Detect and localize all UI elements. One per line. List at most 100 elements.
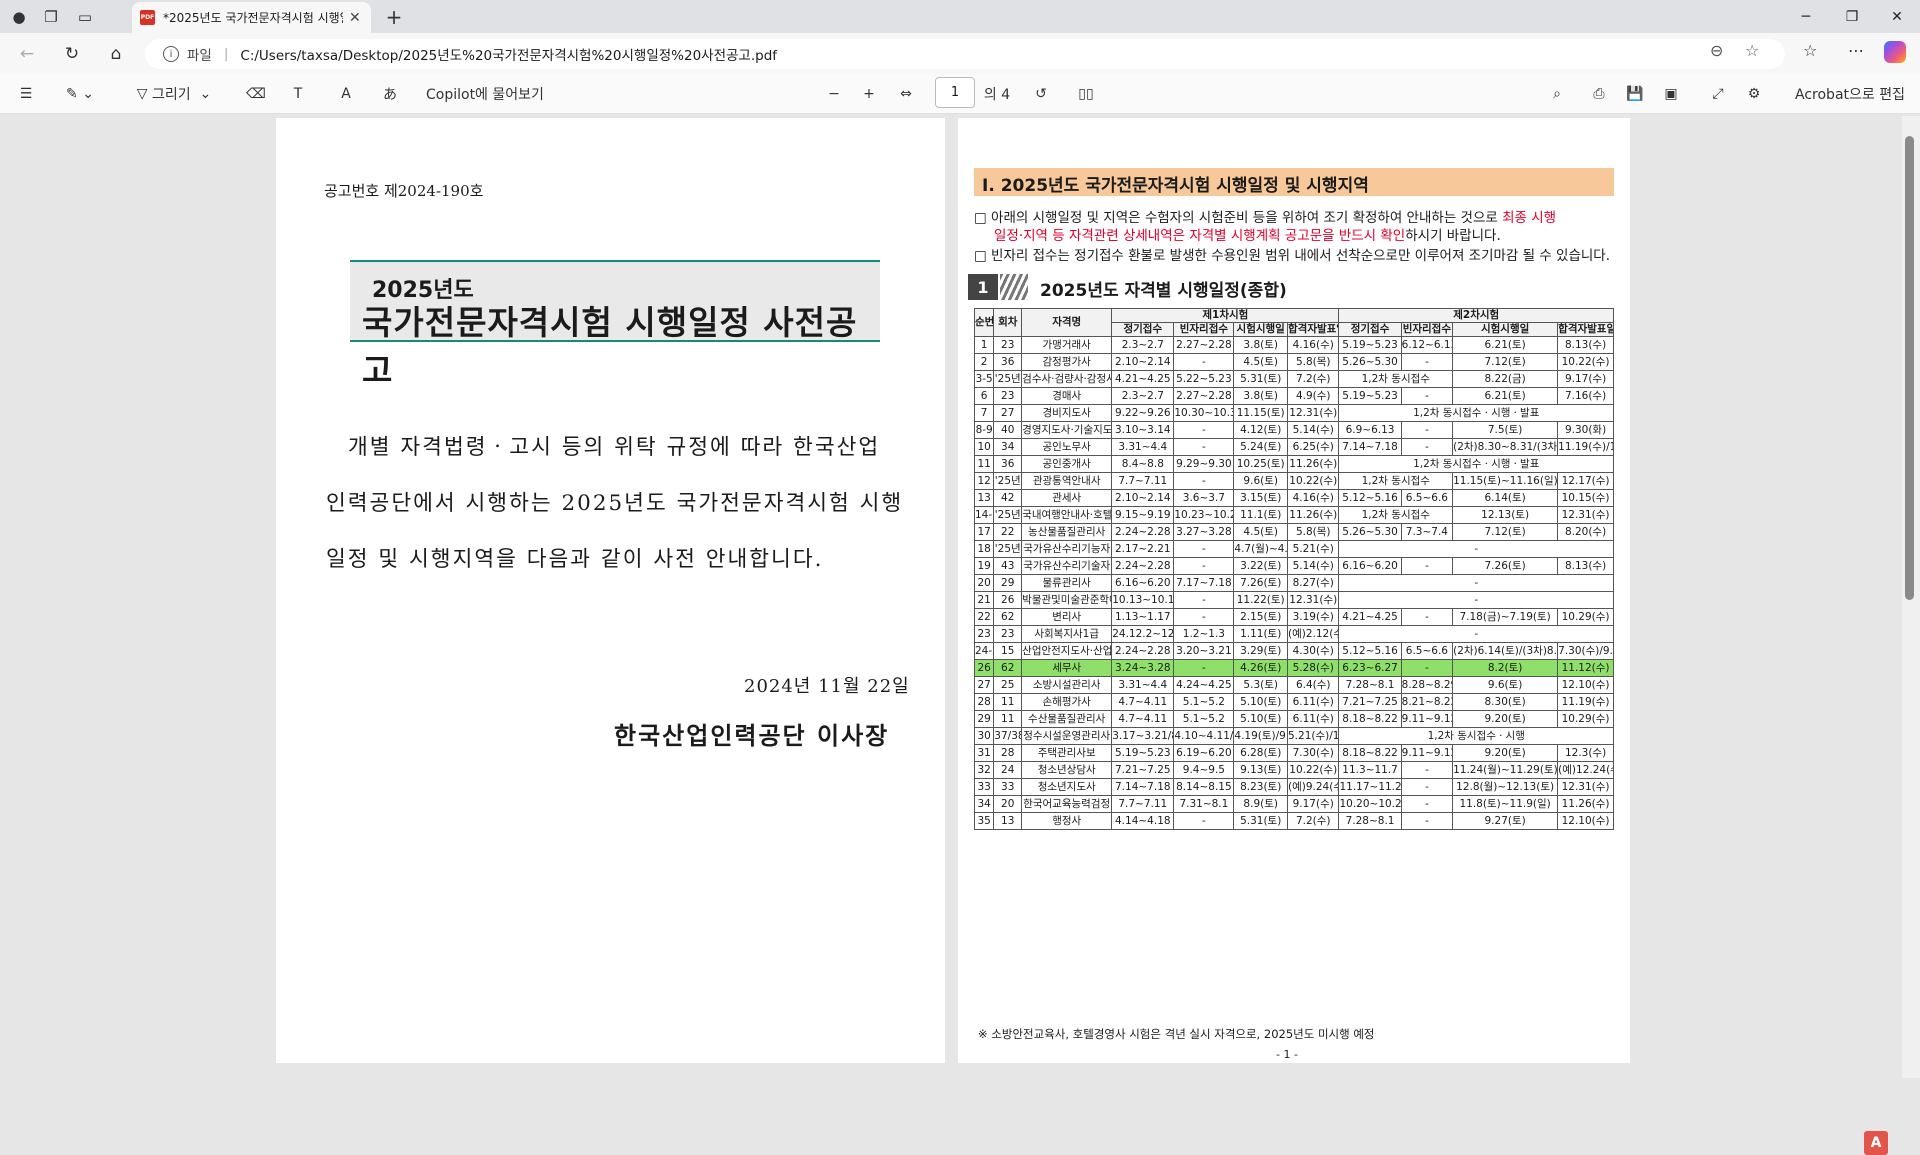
table-cell: - bbox=[1338, 591, 1614, 609]
table-cell: 9.11~9.12 bbox=[1400, 744, 1454, 762]
table-cell: - bbox=[1400, 795, 1454, 813]
title-box: 2025년도 국가전문자격시험 시행일정 사전공고 bbox=[350, 260, 880, 390]
address-input[interactable]: i 파일 | C:/Users/taxsa/Desktop/2025년도%20국… bbox=[145, 39, 1785, 69]
profile-icon[interactable]: ● bbox=[6, 4, 32, 30]
copilot-ask-button[interactable]: Copilot에 물어보기 bbox=[426, 82, 556, 106]
table-cell: 11.3~11.7 bbox=[1338, 761, 1402, 779]
refresh-icon[interactable]: ↻ bbox=[59, 41, 85, 67]
more-menu-icon[interactable]: ⋯ bbox=[1848, 41, 1864, 60]
table-cell: 33 bbox=[993, 778, 1023, 796]
table-cell: 9.15~9.19 bbox=[1111, 506, 1175, 524]
close-window-button[interactable]: ✕ bbox=[1874, 0, 1920, 33]
table-cell: 20 bbox=[973, 574, 995, 592]
table-cell: '25년 bbox=[993, 370, 1023, 388]
scrollbar-thumb[interactable] bbox=[1905, 136, 1914, 600]
minimize-button[interactable]: ─ bbox=[1783, 0, 1829, 33]
table-row: 29 11 수산물품질관리사 4.7~4.11 5.1~5.2 5.10(토) 6.11(수… bbox=[973, 710, 1614, 728]
table-cell: 11 bbox=[973, 455, 995, 473]
favorites-icon[interactable]: ☆ bbox=[1803, 41, 1817, 60]
back-icon[interactable]: ← bbox=[14, 41, 40, 67]
table-cell: 7.18(금)~7.19(토) bbox=[1452, 608, 1559, 626]
contents-icon[interactable]: ☰ bbox=[14, 82, 38, 106]
table-row: 10 34 공인노무사 3.31~4.4-5.24(토) 6.25(수) 7.14~7.1… bbox=[973, 438, 1614, 456]
table-cell: 5.10(토) bbox=[1233, 710, 1288, 728]
footnote: ※ 소방안전교육사, 호텔경영사 시험은 격년 실시 자격으로, 2025년도 … bbox=[978, 1027, 1375, 1041]
table-cell: 물류관리사 bbox=[1021, 574, 1113, 592]
settings-gear-icon[interactable]: ⚙ bbox=[1742, 82, 1766, 106]
rotate-icon[interactable]: ↺ bbox=[1029, 82, 1053, 106]
table-cell: 11.12(수) bbox=[1557, 659, 1614, 677]
fit-page-icon[interactable]: ⇔ bbox=[894, 82, 918, 106]
table-cell: - bbox=[1338, 574, 1614, 592]
translate-icon[interactable]: あ bbox=[378, 82, 402, 106]
eraser-icon[interactable]: ⌫ bbox=[244, 82, 268, 106]
restore-button[interactable]: ❐ bbox=[1829, 0, 1875, 33]
table-cell: - bbox=[1400, 557, 1454, 575]
table-cell: 7.14~7.18 bbox=[1111, 778, 1175, 796]
close-tab-icon[interactable]: ✕ bbox=[349, 10, 361, 26]
table-row: 17 22 농산물품질관리사 2.24~2.28 3.27~3.28 4.5(토) 5.8(… bbox=[973, 523, 1614, 541]
acrobat-edit-button[interactable]: Acrobat으로 편집 bbox=[1790, 82, 1910, 106]
table-cell: 4.10~4.11/9.18~9.19 bbox=[1173, 727, 1235, 745]
table-cell: 세무사 bbox=[1021, 659, 1113, 677]
table-cell: 7.26(토) bbox=[1233, 574, 1288, 592]
acrobat-icon[interactable]: A bbox=[1864, 1131, 1888, 1155]
table-cell: 3.8(토) bbox=[1233, 387, 1288, 405]
tab-pdf[interactable]: PDF *2025년도 국가전문자격시험 시행일정 ✕ bbox=[132, 2, 371, 33]
table-cell: - bbox=[1173, 421, 1235, 439]
col-vac2: 빈자리접수 bbox=[1400, 322, 1454, 337]
table-cell: 34 bbox=[973, 795, 995, 813]
title-main: 국가전문자격시험 시행일정 사전공고 bbox=[362, 303, 858, 390]
read-aloud-icon[interactable]: A bbox=[334, 82, 358, 106]
fullscreen-icon[interactable]: ⤢ bbox=[1706, 82, 1730, 106]
table-cell: 3-5 bbox=[973, 370, 995, 388]
schedule-table: 순번 회차 자격명 제1차시험 제2차시험 정기접수 빈자리접수 시험시행일 합… bbox=[973, 308, 1614, 830]
col-exam2: 시험시행일 bbox=[1452, 322, 1559, 337]
table-cell: 7.7~7.11 bbox=[1111, 472, 1175, 490]
table-cell: 7.31~8.1 bbox=[1173, 795, 1235, 813]
table-cell: 9.6(토) bbox=[1452, 676, 1559, 694]
table-row: 13 42 관세사 2.10~2.14 3.6~3.7 3.15(토) 4.16(수) 5.1… bbox=[973, 489, 1614, 507]
table-cell: 17 bbox=[973, 523, 995, 541]
table-row: 33 33 청소년지도사 7.14~7.18 8.14~8.15 8.23(토) (예)9.… bbox=[973, 778, 1614, 796]
tab-actions-icon[interactable]: ▭ bbox=[72, 4, 98, 30]
table-cell: 5.12~5.16 bbox=[1338, 489, 1402, 507]
table-cell: - bbox=[1173, 353, 1235, 371]
body-line-3: 일정 및 시행지역을 다음과 같이 사전 안내합니다. bbox=[326, 547, 824, 572]
favorite-star-icon[interactable]: ☆ bbox=[1745, 41, 1759, 60]
table-cell: 5.19~5.23 bbox=[1338, 336, 1402, 354]
table-row: 8-940경영지도사·기술지도사3.10~3.14-4.12(토)5.14(수)… bbox=[973, 421, 1614, 439]
highlight-icon[interactable]: ✎ ⌄ bbox=[58, 82, 102, 106]
page-view-icon[interactable]: ▯▯ bbox=[1074, 82, 1098, 106]
info-icon[interactable]: i bbox=[163, 46, 179, 62]
draw-button[interactable]: ▽ 그리기 ⌄ bbox=[124, 82, 224, 106]
text-box-icon[interactable]: T bbox=[286, 82, 310, 106]
page-number-input[interactable]: 1 bbox=[935, 77, 975, 108]
table-cell: 12.10(수) bbox=[1557, 812, 1614, 830]
table-cell: 11.1(토) bbox=[1233, 506, 1288, 524]
search-icon[interactable]: ⌕ bbox=[1545, 82, 1569, 106]
home-icon[interactable]: ⌂ bbox=[103, 41, 129, 67]
workspaces-icon[interactable]: ❐ bbox=[38, 4, 64, 30]
table-cell: 4.7~4.11 bbox=[1111, 693, 1175, 711]
table-cell: (2차)6.14(토)/(3차)8.20~8.23 bbox=[1452, 642, 1559, 660]
table-cell: 11.19(수)/12.17(수) bbox=[1557, 438, 1614, 456]
new-tab-button[interactable]: + bbox=[381, 4, 407, 30]
table-cell: 7.14~7.18 bbox=[1338, 438, 1402, 456]
table-cell: 34 bbox=[993, 438, 1023, 456]
table-cell: 1.11(토) bbox=[1233, 625, 1288, 643]
table-cell: 11.24(월)~11.29(토) bbox=[1452, 761, 1559, 779]
table-cell: 3.20~3.21 bbox=[1173, 642, 1235, 660]
zoom-icon[interactable]: ⊖ bbox=[1710, 41, 1723, 60]
save-icon[interactable]: 💾 bbox=[1623, 82, 1647, 106]
zoom-in-icon[interactable]: + bbox=[857, 82, 881, 106]
notice-1-tail: 하시기 바랍니다. bbox=[1405, 228, 1501, 244]
table-cell: 6.5~6.6 bbox=[1400, 489, 1454, 507]
save-as-icon[interactable]: ▣ bbox=[1659, 82, 1683, 106]
table-cell: 6.5~6.6 bbox=[1400, 642, 1454, 660]
zoom-out-icon[interactable]: − bbox=[822, 82, 846, 106]
table-cell: - bbox=[1400, 421, 1454, 439]
copilot-icon[interactable] bbox=[1884, 41, 1906, 63]
table-cell: 4.5(토) bbox=[1233, 523, 1288, 541]
print-icon[interactable]: ⎙ bbox=[1587, 82, 1611, 106]
